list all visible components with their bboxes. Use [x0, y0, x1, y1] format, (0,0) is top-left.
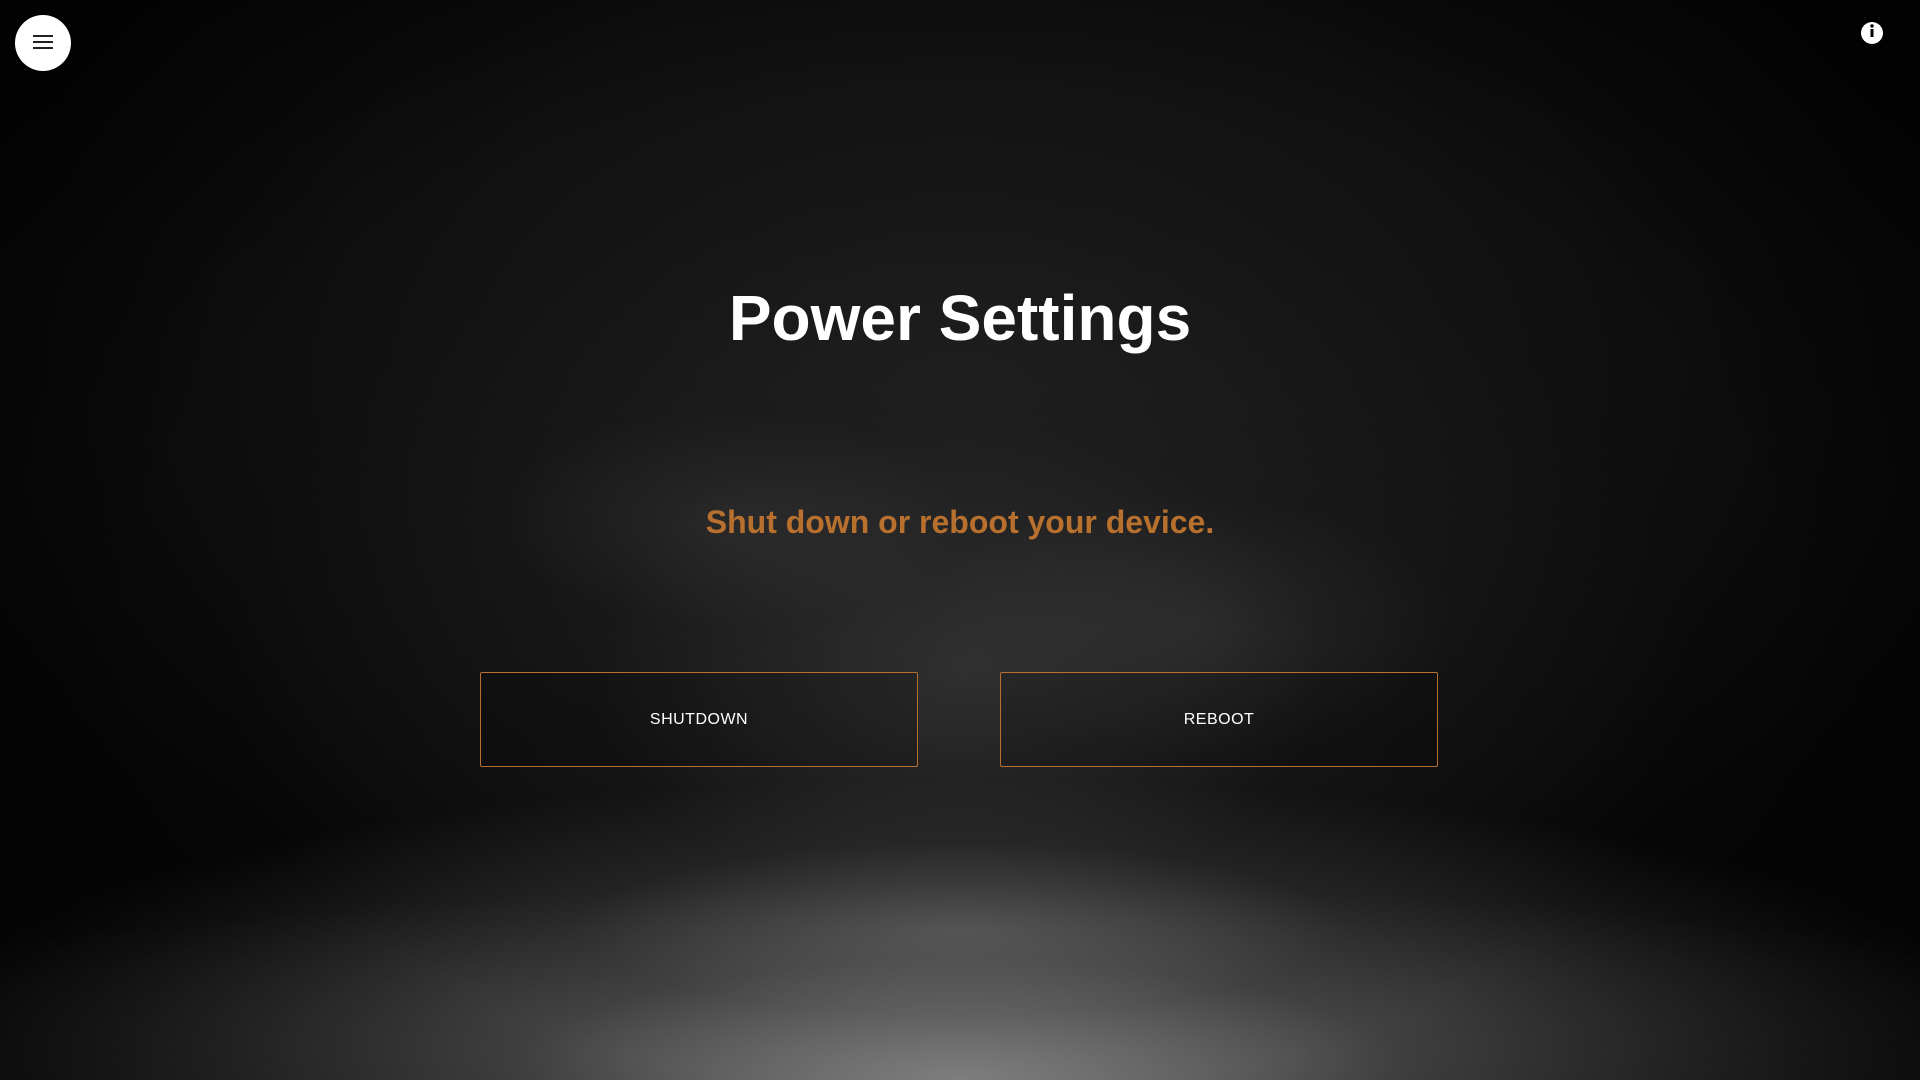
shutdown-button[interactable]: SHUTDOWN [480, 672, 918, 767]
info-icon [1861, 20, 1883, 47]
shutdown-button-label: SHUTDOWN [649, 710, 749, 728]
page-subtitle: Shut down or reboot your device. [705, 504, 1215, 540]
page-title: Power Settings [728, 282, 1192, 354]
power-settings-screen: Power Settings Shut down or reboot your … [0, 0, 1920, 1080]
hamburger-menu-icon [33, 34, 53, 52]
reboot-button[interactable]: REBOOT [1000, 672, 1438, 767]
reboot-button-label: REBOOT [1183, 710, 1255, 728]
menu-button[interactable] [15, 15, 71, 71]
info-button[interactable] [1861, 22, 1883, 44]
